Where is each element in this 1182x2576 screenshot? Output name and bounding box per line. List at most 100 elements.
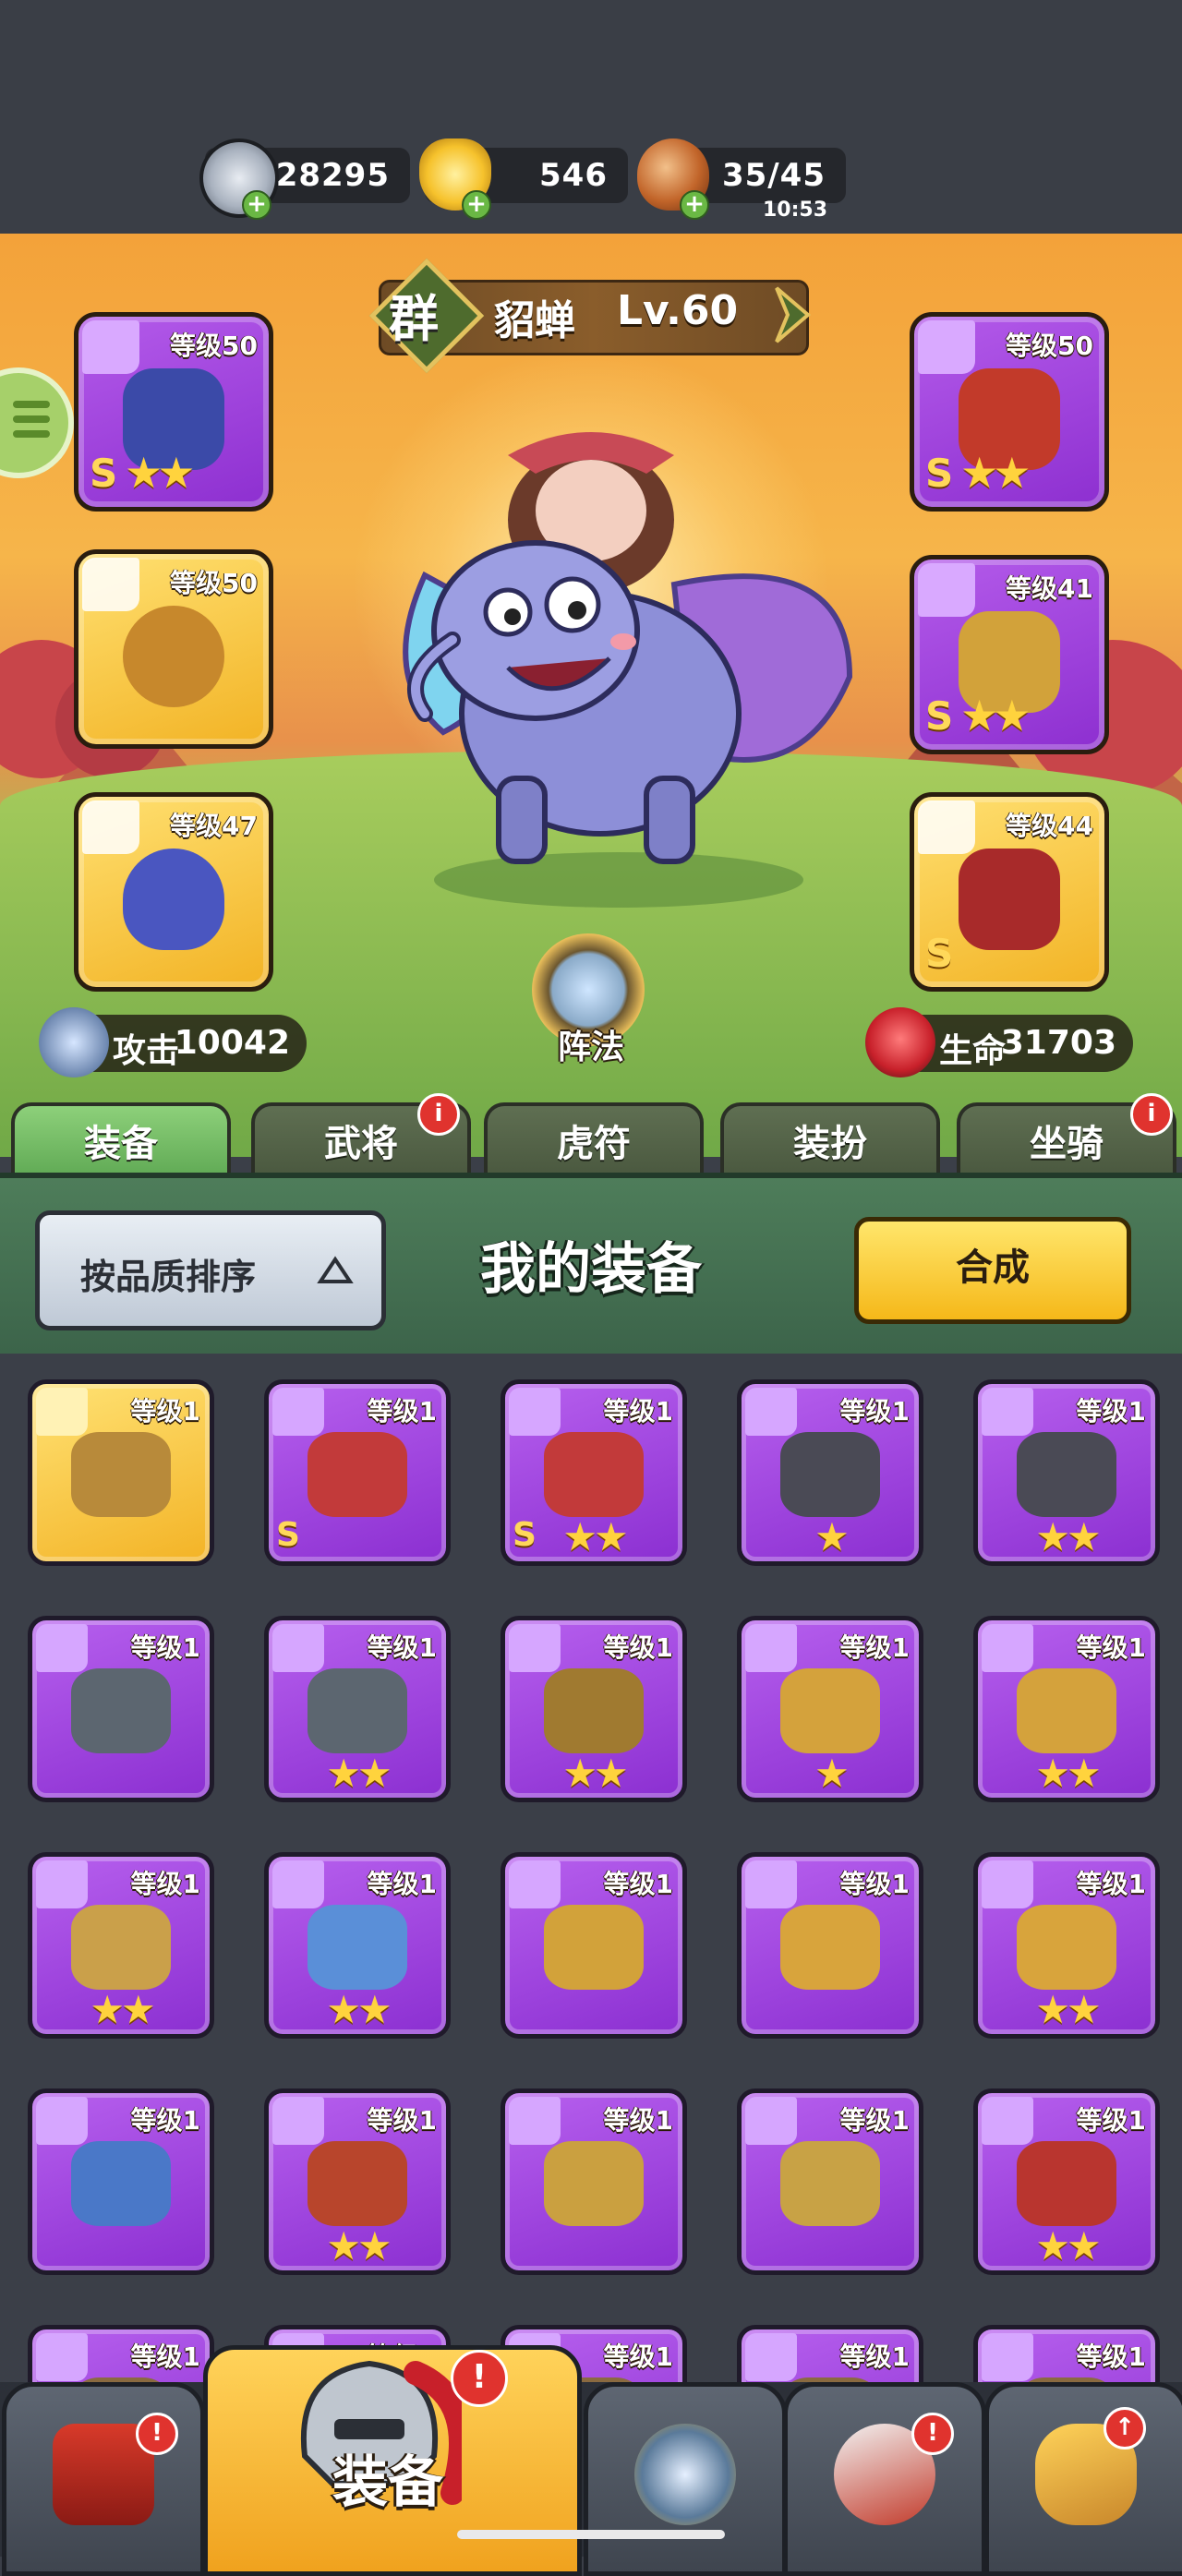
equipment-item[interactable]: 等级1 (737, 2088, 923, 2275)
item-artwork (544, 2141, 644, 2226)
item-artwork (780, 1668, 880, 1753)
star-rating: ★★ (1035, 1514, 1101, 1559)
slot-accessory[interactable]: 等级50 (74, 549, 273, 749)
formation-label: 阵法 (557, 1029, 624, 1066)
stamina-counter[interactable]: + 35/45 10:53 (637, 138, 846, 222)
item-level: 等级1 (839, 2341, 910, 2372)
item-level: 等级1 (130, 2105, 200, 2136)
equipment-item[interactable]: 等级1 ★ (737, 1616, 923, 1802)
item-artwork (1017, 2141, 1116, 2226)
equipment-item[interactable]: 等级1 ★★ (973, 2088, 1160, 2275)
equipment-item[interactable]: 等级1 (973, 2325, 1160, 2388)
gold-counter[interactable]: + 546 (419, 138, 628, 220)
item-artwork (780, 1432, 880, 1517)
slot-level: 等级50 (170, 331, 258, 361)
star-rating: ★★ (960, 691, 1031, 740)
s-grade: S (90, 451, 118, 496)
equipment-panel-header: 按品质排序 我的装备 合成 (0, 1173, 1182, 1359)
star-rating: ★★ (90, 1987, 155, 2032)
equipment-item[interactable]: 等级1 ★★ (264, 1852, 451, 2039)
item-artwork (308, 1668, 407, 1753)
item-artwork (71, 1432, 171, 1517)
equipment-item[interactable]: 等级1 ★ (737, 1379, 923, 1566)
slot-level: 等级50 (170, 568, 258, 598)
silver-counter[interactable]: + 28295 (199, 138, 410, 220)
equipment-item[interactable]: 等级1 (28, 2088, 214, 2275)
equipment-item[interactable]: 等级1 ★★ (973, 1616, 1160, 1802)
star-rating: ★★ (562, 1751, 628, 1796)
boot-icon (918, 800, 975, 854)
equipment-item[interactable]: 等级1 ★★ (973, 1379, 1160, 1566)
equipment-item[interactable]: 等级1 ★★ (501, 1616, 687, 1802)
gauntlet-icon (272, 2097, 324, 2145)
sort-by-quality-button[interactable]: 按品质排序 (35, 1210, 386, 1330)
add-silver-button[interactable]: + (242, 190, 271, 220)
item-artwork (71, 2141, 171, 2226)
equipment-item[interactable]: 等级1 (501, 2088, 687, 2275)
tab-tiger-tally[interactable]: 虎符 (484, 1102, 704, 1180)
home-indicator[interactable] (457, 2530, 725, 2539)
gauntlet-icon (509, 2097, 561, 2145)
sword-icon (509, 1388, 561, 1436)
equipment-item[interactable]: 等级1 ★★ (973, 1852, 1160, 2039)
item-artwork (544, 1432, 644, 1517)
sword-icon (82, 320, 139, 374)
nav-battle[interactable] (584, 2382, 787, 2576)
item-level: 等级1 (130, 2341, 200, 2372)
hero-character-illustration (403, 432, 853, 908)
item-artwork (1017, 1668, 1116, 1753)
item-artwork (544, 1905, 644, 1990)
equipment-item[interactable]: 等级1 (501, 1852, 687, 2039)
nav-upgrade[interactable]: ↑ (984, 2382, 1182, 2576)
nav-palace[interactable]: ! (2, 2382, 205, 2576)
sword-icon (982, 1388, 1033, 1436)
slot-helmet[interactable]: 等级47 (74, 792, 273, 992)
star-rating: ★★ (326, 1987, 392, 2032)
item-level: 等级1 (603, 1632, 673, 1663)
equipment-item[interactable]: 等级1 (737, 2325, 923, 2388)
hero-name: 貂蝉 (494, 297, 575, 344)
equipment-item[interactable]: 等级1 S (264, 1379, 451, 1566)
slot-weapon[interactable]: 等级50 S ★★ (74, 312, 273, 512)
next-hero-arrow-icon[interactable] (771, 284, 815, 345)
notification-badge: i (1130, 1093, 1173, 1136)
hp-value: 31703 (1000, 1024, 1116, 1062)
equipment-item[interactable]: 等级1 ★★ (264, 1616, 451, 1802)
item-artwork (308, 1905, 407, 1990)
star-rating: ★ (814, 1751, 850, 1796)
slot-armor[interactable]: 等级50 S ★★ (910, 312, 1109, 512)
equipment-item[interactable]: 等级1 (28, 1616, 214, 1802)
item-level: 等级1 (367, 2105, 437, 2136)
attack-value: 10042 (174, 1024, 290, 1062)
s-grade: S (276, 1516, 300, 1554)
add-gold-button[interactable]: + (462, 190, 491, 220)
item-level: 等级1 (839, 1396, 910, 1426)
item-artwork (1017, 1432, 1116, 1517)
item-level: 等级1 (603, 1869, 673, 1899)
notification-badge: i (417, 1093, 460, 1136)
heart-icon (865, 1007, 935, 1077)
side-menu-button[interactable] (0, 367, 74, 478)
add-stamina-button[interactable]: + (680, 190, 709, 220)
equipment-item[interactable]: 等级1 ★★ (28, 1852, 214, 2039)
nav-horn[interactable]: ! (783, 2382, 986, 2576)
equipment-item[interactable]: 等级1 (737, 1852, 923, 2039)
merge-button[interactable]: 合成 (854, 1217, 1131, 1324)
star-rating: ★★ (1035, 1751, 1101, 1796)
sword-icon (272, 1388, 324, 1436)
star-rating: ★★ (960, 448, 1031, 498)
tab-outfit[interactable]: 装扮 (720, 1102, 940, 1180)
slot-boots[interactable]: 等级44 S (910, 792, 1109, 992)
chevron-up-icon (317, 1256, 354, 1283)
equipment-item[interactable]: 等级1 ★★ (264, 2088, 451, 2275)
equipment-item[interactable]: 等级1 (28, 1379, 214, 1566)
equipment-item[interactable]: 等级1 S ★★ (501, 1379, 687, 1566)
slot-gauntlet[interactable]: 等级41 S ★★ (910, 555, 1109, 754)
star-rating: ★★ (1035, 1987, 1101, 2032)
item-artwork (544, 1668, 644, 1753)
item-level: 等级1 (1076, 2105, 1146, 2136)
faction-label: 群 (389, 290, 439, 348)
tab-equipment[interactable]: 装备 (11, 1102, 231, 1180)
equipment-item[interactable]: 等级1 (28, 2325, 214, 2388)
item-level: 等级1 (839, 1632, 910, 1663)
